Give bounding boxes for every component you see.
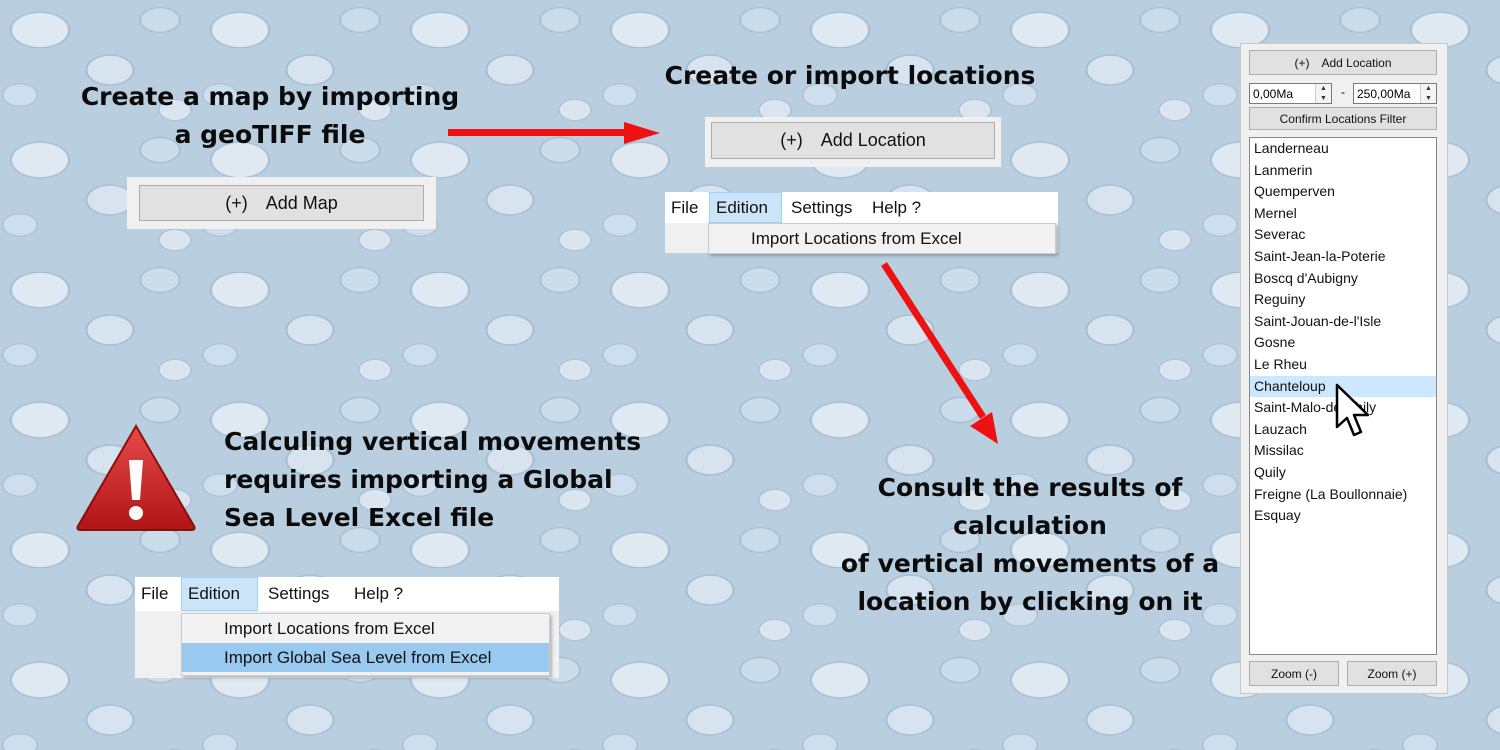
filter-max-input[interactable]: 250,00Ma ▲ ▼ bbox=[1353, 83, 1437, 104]
menu-help-2[interactable]: Help ? bbox=[348, 577, 409, 611]
caption-warning: Calculing vertical movements requires im… bbox=[224, 423, 644, 537]
location-item-severac[interactable]: Severac bbox=[1250, 224, 1436, 246]
add-location-label: Add Location bbox=[820, 130, 926, 150]
location-item-freigne[interactable]: Freigne (La Boullonnaie) bbox=[1250, 484, 1436, 506]
location-item-boscq-daubigny[interactable]: Boscq d'Aubigny bbox=[1250, 268, 1436, 290]
add-map-label: Add Map bbox=[265, 192, 338, 213]
caption-warning-line2: requires importing a Global bbox=[224, 465, 613, 494]
caption-locations: Create or import locations bbox=[660, 57, 1040, 95]
location-item-landerneau[interactable]: Landerneau bbox=[1250, 138, 1436, 160]
caption-create-map: Create a map by importing a geoTIFF file bbox=[70, 78, 470, 154]
caption-create-map-line1: Create a map by importing bbox=[80, 82, 460, 111]
location-item-le-rheu[interactable]: Le Rheu bbox=[1250, 354, 1436, 376]
menu-import-locations[interactable]: Import Locations from Excel bbox=[709, 224, 1055, 253]
menu-bar-bottom: File Edition Settings Help ? bbox=[135, 577, 559, 611]
menu-help[interactable]: Help ? bbox=[866, 192, 927, 223]
panel-add-location-plus: (+) bbox=[1294, 55, 1310, 70]
caption-consult-line2: of vertical movements of a bbox=[840, 549, 1220, 578]
dropdown-bottom: Import Locations from Excel Import Globa… bbox=[181, 613, 550, 676]
menu-file[interactable]: File bbox=[665, 192, 704, 223]
caption-locations-text: Create or import locations bbox=[664, 61, 1036, 90]
filter-min-input[interactable]: 0,00Ma ▲ ▼ bbox=[1249, 83, 1332, 104]
filter-min-spinner[interactable]: ▲ ▼ bbox=[1315, 84, 1331, 103]
add-map-plus: (+) bbox=[225, 192, 248, 213]
filter-min-value: 0,00Ma bbox=[1253, 86, 1294, 101]
location-item-mernel[interactable]: Mernel bbox=[1250, 203, 1436, 225]
caption-consult-line1: Consult the results of calculation bbox=[877, 473, 1183, 540]
location-item-esquay[interactable]: Esquay bbox=[1250, 505, 1436, 527]
location-item-quily[interactable]: Quily bbox=[1250, 462, 1436, 484]
add-map-button[interactable]: (+) Add Map bbox=[139, 185, 424, 221]
add-location-plus: (+) bbox=[780, 130, 803, 150]
zoom-out-label: Zoom (-) bbox=[1271, 666, 1317, 681]
menu-edition-2[interactable]: Edition bbox=[181, 577, 258, 611]
zoom-in-label: Zoom (+) bbox=[1367, 666, 1417, 681]
panel-add-location-label: Add Location bbox=[1321, 55, 1392, 70]
filter-max-value: 250,00Ma bbox=[1357, 86, 1411, 101]
add-location-button[interactable]: (+) Add Location bbox=[711, 122, 995, 159]
dropdown-top: Import Locations from Excel bbox=[708, 223, 1056, 254]
location-item-quemperven[interactable]: Quemperven bbox=[1250, 181, 1436, 203]
location-item-lanmerin[interactable]: Lanmerin bbox=[1250, 160, 1436, 182]
caption-consult: Consult the results of calculation of ve… bbox=[810, 469, 1250, 621]
caption-warning-line3: Sea Level Excel file bbox=[224, 503, 495, 532]
menu-settings[interactable]: Settings bbox=[785, 192, 858, 223]
caption-create-map-line2: a geoTIFF file bbox=[174, 120, 366, 149]
arrow-down-right bbox=[880, 262, 1010, 451]
add-map-panel: (+) Add Map bbox=[127, 177, 436, 229]
caption-consult-line3: location by clicking on it bbox=[857, 587, 1203, 616]
location-item-saint-jean-la-poterie[interactable]: Saint-Jean-la-Poterie bbox=[1250, 246, 1436, 268]
locations-panel: (+) Add Location 0,00Ma ▲ ▼ - 250,00Ma ▲ ▼… bbox=[1240, 43, 1448, 694]
panel-add-location-button[interactable]: (+) Add Location bbox=[1249, 50, 1437, 75]
zoom-out-button[interactable]: Zoom (-) bbox=[1249, 661, 1339, 686]
caption-warning-line1: Calculing vertical movements bbox=[224, 427, 642, 456]
zoom-in-button[interactable]: Zoom (+) bbox=[1347, 661, 1437, 686]
location-item-reguiny[interactable]: Reguiny bbox=[1250, 289, 1436, 311]
menu-settings-2[interactable]: Settings bbox=[262, 577, 335, 611]
location-item-saint-jouan-de-lisle[interactable]: Saint-Jouan-de-l'Isle bbox=[1250, 311, 1436, 333]
menu-import-locations-2[interactable]: Import Locations from Excel bbox=[182, 614, 549, 643]
filter-separator: - bbox=[1341, 85, 1345, 99]
menu-bar-top: File Edition Settings Help ? bbox=[665, 192, 1058, 223]
confirm-filter-label: Confirm Locations Filter bbox=[1279, 111, 1407, 126]
filter-max-spinner[interactable]: ▲ ▼ bbox=[1420, 84, 1436, 103]
mouse-cursor-icon bbox=[1335, 383, 1375, 445]
menu-file-2[interactable]: File bbox=[135, 577, 174, 611]
menu-import-global-sea-level[interactable]: Import Global Sea Level from Excel bbox=[182, 643, 549, 672]
menu-edition[interactable]: Edition bbox=[709, 192, 782, 223]
warning-triangle-icon bbox=[74, 422, 198, 536]
confirm-filter-button[interactable]: Confirm Locations Filter bbox=[1249, 107, 1437, 130]
add-location-panel: (+) Add Location bbox=[705, 117, 1001, 167]
location-item-gosne[interactable]: Gosne bbox=[1250, 332, 1436, 354]
